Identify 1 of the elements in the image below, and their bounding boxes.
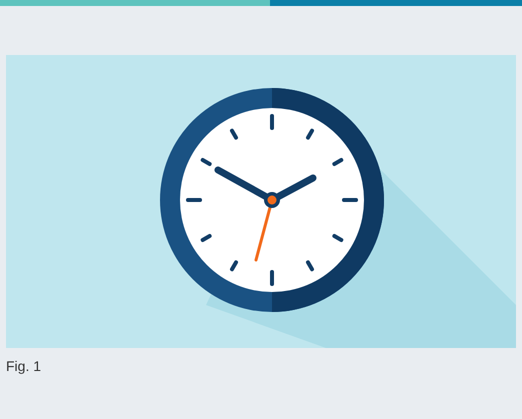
figure-caption: Fig. 1 [6,357,42,376]
